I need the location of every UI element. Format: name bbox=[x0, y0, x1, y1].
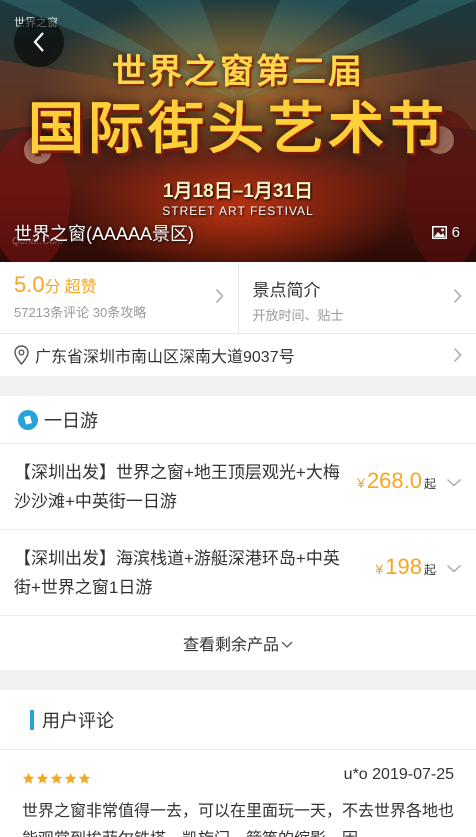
hero-banner[interactable]: 世界之窗 世界之窗第二届 国际街头艺术节 1月18日–1月31日 STREET … bbox=[0, 0, 476, 262]
star-icon bbox=[50, 772, 63, 784]
day-tour-section: 一日游 【深圳出发】世界之窗+地王顶层观光+大梅沙沙滩+中英街一日游 ¥ 268… bbox=[0, 396, 476, 670]
star-rating bbox=[22, 772, 91, 785]
review-meta: u*o 2019-07-25 bbox=[344, 766, 454, 784]
chevron-right-icon bbox=[453, 347, 462, 363]
location-pin-icon bbox=[14, 345, 29, 365]
chevron-down-icon[interactable] bbox=[446, 564, 462, 573]
section-accent-bar bbox=[30, 709, 34, 730]
tour-item[interactable]: 【深圳出发】海滨栈道+游艇深港环岛+中英街+世界之窗1日游 ¥ 198 起 bbox=[0, 530, 476, 616]
price-currency: ¥ bbox=[357, 475, 365, 491]
chevron-down-icon[interactable] bbox=[446, 478, 462, 487]
tour-item-price: ¥ 198 起 bbox=[375, 554, 436, 580]
price-currency: ¥ bbox=[375, 561, 384, 577]
review-user: u*o bbox=[343, 766, 368, 783]
image-icon bbox=[431, 226, 447, 239]
review-date: 2019-07-25 bbox=[372, 766, 454, 783]
price-value: 198 bbox=[385, 554, 422, 579]
attraction-name: 世界之窗(AAAAA景区) bbox=[14, 224, 195, 244]
intro-cell[interactable]: 景点简介 开放时间、贴士 bbox=[237, 262, 476, 333]
star-icon bbox=[22, 772, 35, 784]
tour-item-price: ¥ 268.0 起 bbox=[357, 468, 436, 494]
rating-tag: 超赞 bbox=[64, 279, 97, 296]
chevron-down-icon bbox=[281, 641, 293, 648]
tour-item-title: 【深圳出发】海滨栈道+游艇深港环岛+中英街+世界之窗1日游 bbox=[14, 549, 340, 597]
rating-score: 5.0 bbox=[14, 272, 45, 297]
chevron-right-icon bbox=[215, 288, 224, 304]
view-more-label: 查看剩余产品 bbox=[182, 637, 279, 654]
star-icon bbox=[64, 772, 77, 784]
rating-counts: 57213条评论 30条攻略 bbox=[14, 305, 147, 320]
intro-title: 景点简介 bbox=[252, 281, 321, 300]
info-panel: 5.0分 超赞 57213条评论 30条攻略 景点简介 开放时间、贴士 广东省深圳… bbox=[0, 262, 476, 376]
tour-item[interactable]: 【深圳出发】世界之窗+地王顶层观光+大梅沙沙滩+中英街一日游 ¥ 268.0 起 bbox=[0, 444, 476, 530]
address-text: 广东省深圳市南山区深南大道9037号 bbox=[35, 349, 295, 366]
photo-count[interactable]: 6 bbox=[431, 224, 460, 241]
hero-title-line2: 国际街头艺术节 bbox=[28, 96, 448, 162]
hero-subtitle: STREET ART FESTIVAL bbox=[162, 204, 314, 218]
star-icon bbox=[36, 772, 49, 784]
rating-cell[interactable]: 5.0分 超赞 57213条评论 30条攻略 bbox=[0, 262, 238, 333]
ticket-icon bbox=[18, 409, 38, 430]
star-icon bbox=[78, 772, 91, 784]
chevron-left-icon bbox=[33, 32, 44, 52]
back-button[interactable] bbox=[14, 17, 64, 67]
price-value: 268.0 bbox=[366, 468, 422, 493]
tour-item-title: 【深圳出发】世界之窗+地王顶层观光+大梅沙沙滩+中英街一日游 bbox=[14, 463, 340, 511]
hero-dates: 1月18日–1月31日 bbox=[163, 181, 313, 202]
review-text: 世界之窗非常值得一去，可以在里面玩一天，不去世界各地也能观赏到埃菲尔铁塔、凯旋门… bbox=[22, 803, 455, 837]
price-suffix: 起 bbox=[423, 477, 436, 491]
reviews-title: 用户评论 bbox=[42, 710, 114, 731]
day-tour-header: 一日游 bbox=[0, 396, 476, 444]
rating-unit: 分 bbox=[44, 279, 61, 296]
view-more-products-button[interactable]: 查看剩余产品 bbox=[0, 616, 476, 670]
reviews-section: 用户评论 u*o 2019-07-25 世界之窗非常值得一去，可以在里面玩一天，… bbox=[0, 690, 476, 837]
day-tour-title: 一日游 bbox=[44, 410, 98, 431]
intro-subtitle: 开放时间、贴士 bbox=[252, 308, 344, 323]
price-suffix: 起 bbox=[423, 563, 436, 577]
address-row[interactable]: 广东省深圳市南山区深南大道9037号 bbox=[0, 334, 476, 376]
chevron-right-icon bbox=[453, 288, 462, 304]
reviews-header: 用户评论 bbox=[0, 690, 476, 750]
photo-count-value: 6 bbox=[451, 224, 460, 241]
